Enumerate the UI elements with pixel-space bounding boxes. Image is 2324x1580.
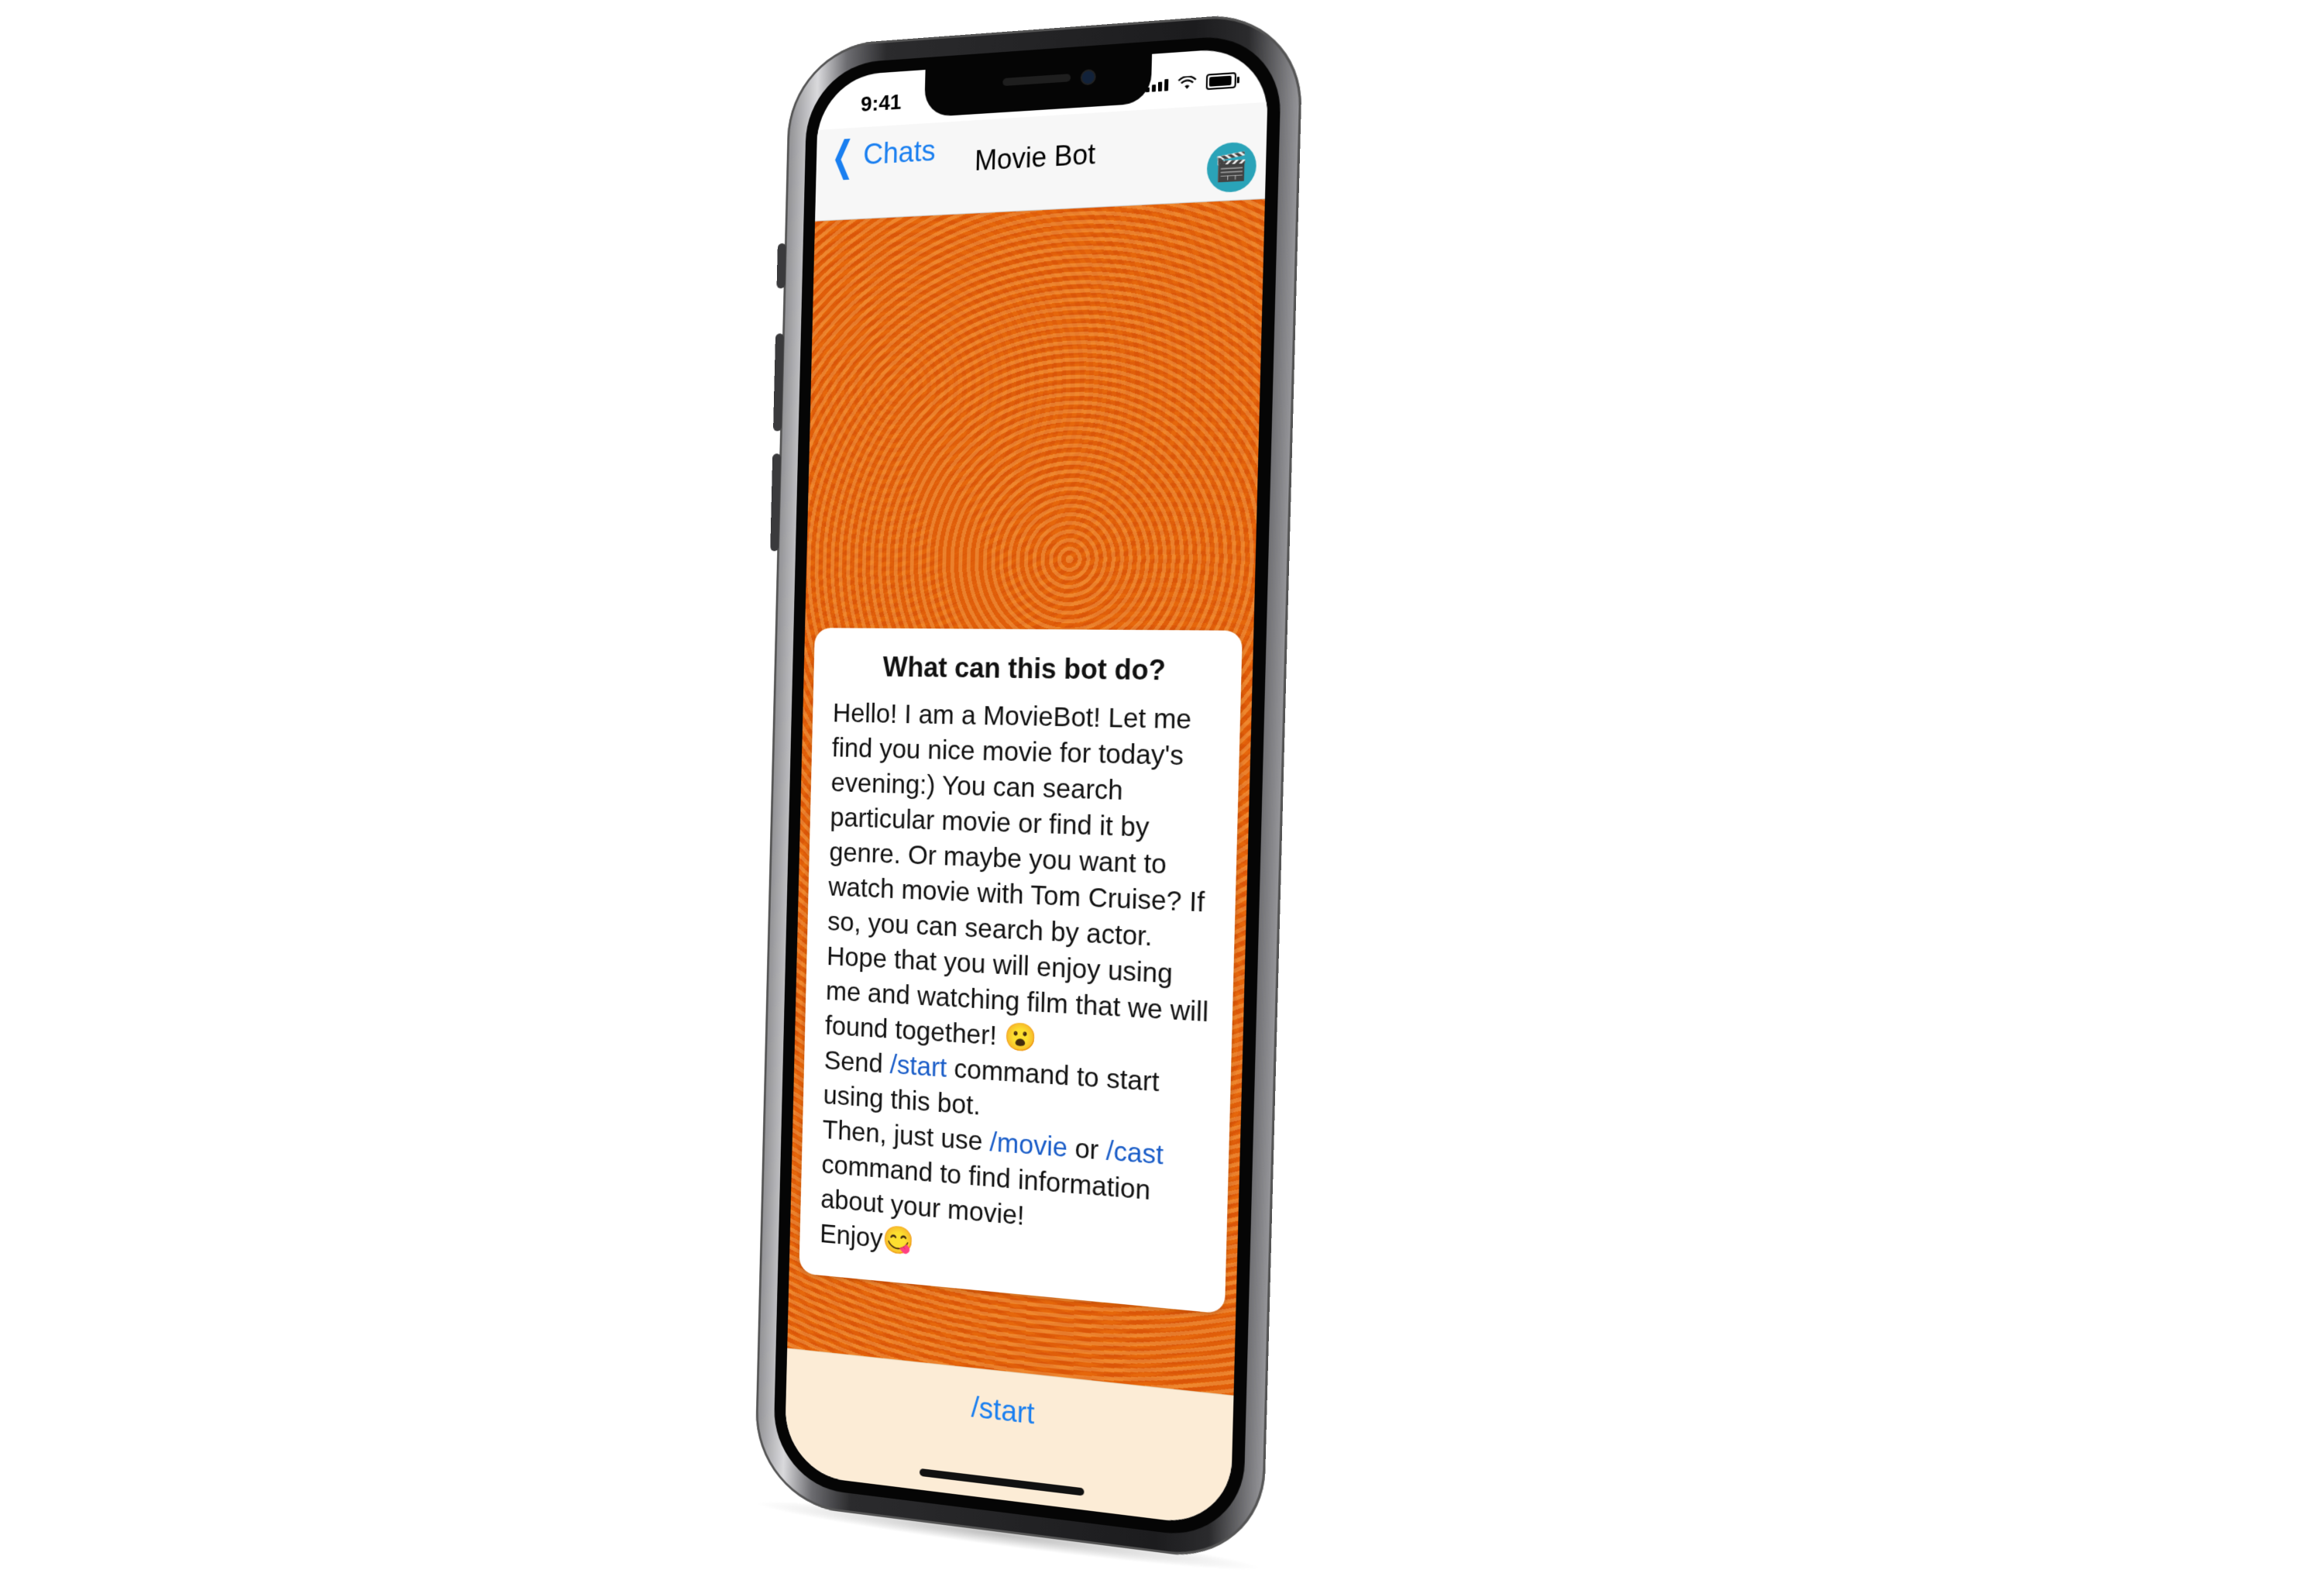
status-time: 9:41 <box>860 89 902 116</box>
cast-command-link[interactable]: /cast <box>1105 1135 1164 1170</box>
start-command-link[interactable]: /start <box>889 1050 947 1083</box>
chat-background: What can this bot do? Hello! I am a Movi… <box>787 198 1265 1396</box>
phone-screen: 9:41 ❮ Chats Movie Bot 🎬 What can this b… <box>784 46 1270 1529</box>
clapperboard-icon: 🎬 <box>1214 151 1250 184</box>
movie-command-link[interactable]: /movie <box>989 1127 1067 1163</box>
volume-up-button <box>772 333 784 432</box>
usage-instruction-or: or <box>1067 1132 1107 1166</box>
intro-title: What can this bot do? <box>882 651 1167 687</box>
intro-description: Hello! I am a MovieBot! Let me find you … <box>824 698 1209 1052</box>
intro-paragraph: Hello! I am a MovieBot! Let me find you … <box>824 696 1218 1068</box>
yum-face-emoji: 😋 <box>882 1224 915 1257</box>
intro-body: Hello! I am a MovieBot! Let me find you … <box>820 696 1219 1286</box>
phone-frame: 9:41 ❮ Chats Movie Bot 🎬 What can this b… <box>754 9 1304 1566</box>
home-indicator[interactable] <box>919 1468 1085 1496</box>
hushed-face-emoji: 😮 <box>1003 1021 1038 1054</box>
battery-icon <box>1205 72 1237 91</box>
volume-down-button <box>770 453 782 552</box>
wifi-icon <box>1177 75 1197 89</box>
start-instruction-prefix: Send <box>823 1045 891 1079</box>
front-camera <box>1080 68 1096 86</box>
bot-intro-card: What can this bot do? Hello! I am a Movi… <box>799 628 1243 1314</box>
phone-device: 9:41 ❮ Chats Movie Bot 🎬 What can this b… <box>753 9 1304 1580</box>
status-icons <box>1145 72 1237 94</box>
mute-switch <box>776 243 786 289</box>
enjoy-text: Enjoy <box>819 1218 884 1255</box>
speaker-grille <box>1002 74 1071 87</box>
